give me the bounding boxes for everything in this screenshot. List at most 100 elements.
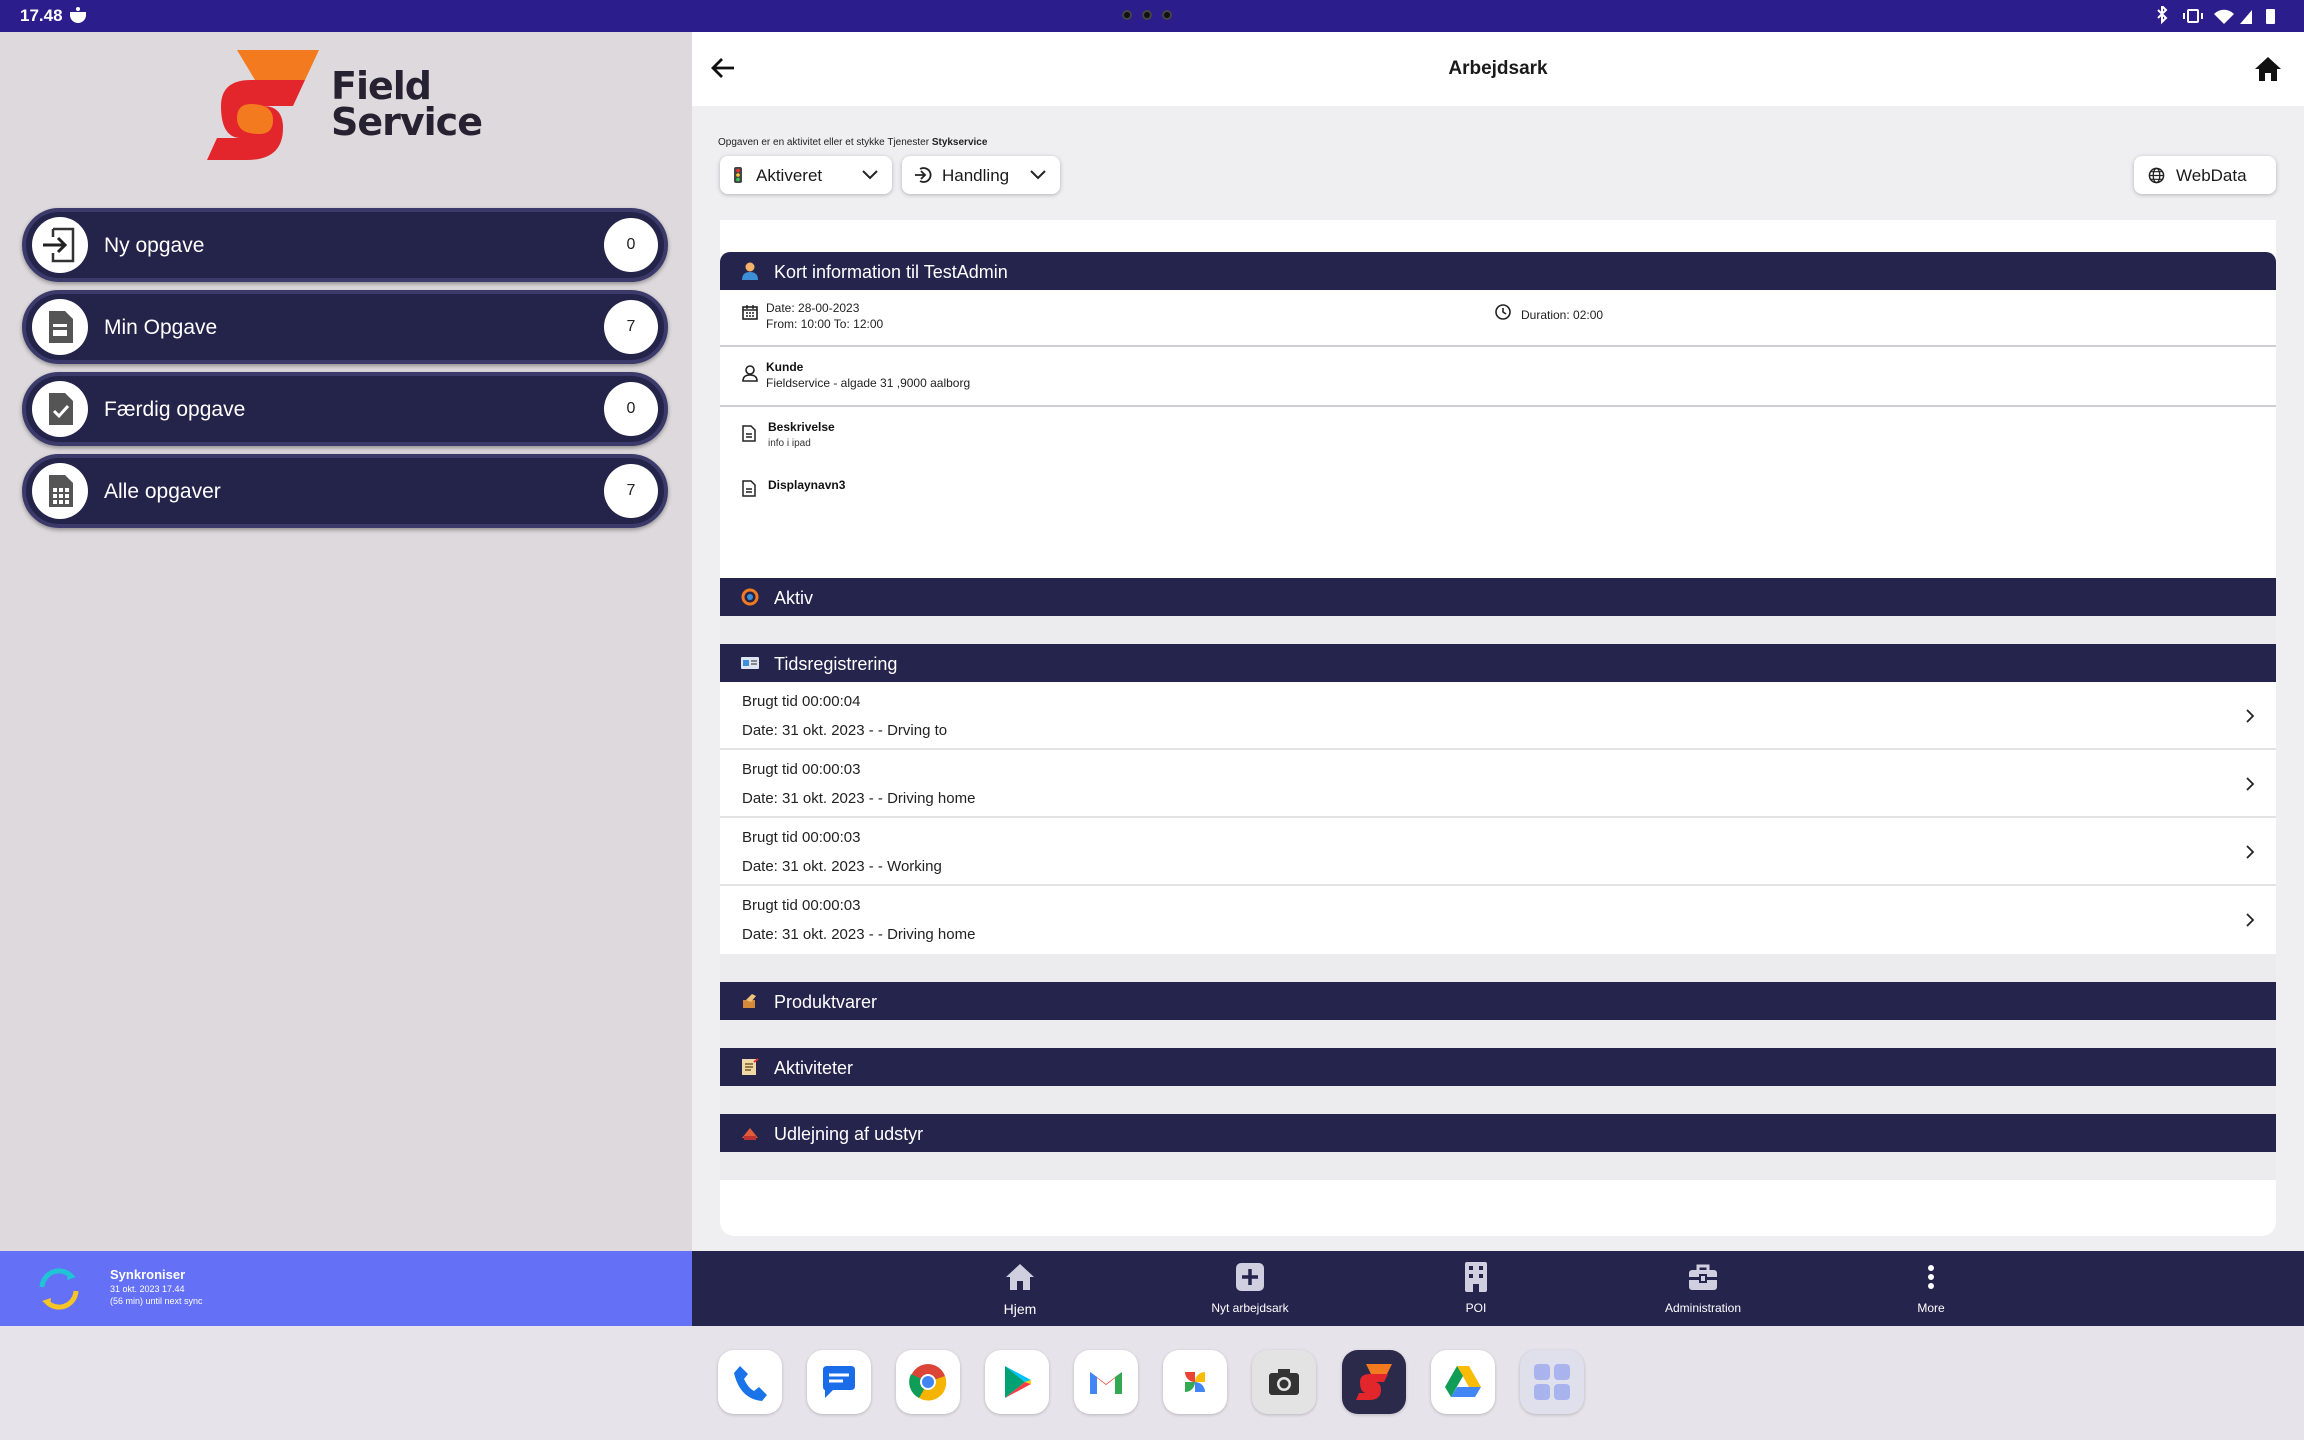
section-header-info[interactable]: Kort information til TestAdmin xyxy=(720,252,2276,290)
task-duration: Duration: 02:00 xyxy=(1521,308,1604,322)
field-service-logo-mark xyxy=(207,50,319,160)
brand-wordmark: Field Service xyxy=(331,64,483,144)
time-entry-row[interactable]: Brugt tid 00:00:04 Date: 31 okt. 2023 - … xyxy=(720,682,2276,750)
task-type-note: Opgaven er en aktivitet eller et stykke … xyxy=(718,137,987,148)
arrow-in-icon xyxy=(32,217,88,273)
checklist-icon xyxy=(742,1058,759,1075)
field-service-app[interactable] xyxy=(1342,1350,1406,1414)
time-entry-row[interactable]: Brugt tid 00:00:03 Date: 31 okt. 2023 - … xyxy=(720,818,2276,886)
menu-item-label: Ny opgave xyxy=(104,234,205,257)
messages-icon xyxy=(823,1366,855,1398)
section-title: Aktiviteter xyxy=(774,1058,854,1078)
photos-app[interactable] xyxy=(1163,1350,1227,1414)
status-time: 17.48 xyxy=(20,6,63,25)
section-body-aktiv xyxy=(720,616,2276,644)
chrome-app[interactable] xyxy=(896,1350,960,1414)
field-service-logo: Field Service xyxy=(207,46,487,166)
brand-line-1: Field xyxy=(331,64,432,108)
play-store-app[interactable] xyxy=(985,1350,1049,1414)
menu-item-min-opgave[interactable]: Min Opgave 7 xyxy=(22,290,668,364)
worksheet-content: Kort information til TestAdmin Date: 28-… xyxy=(720,220,2276,1236)
add-icon xyxy=(1236,1263,1264,1291)
menu-item-label: Færdig opgave xyxy=(104,398,246,421)
gmail-app[interactable] xyxy=(1074,1350,1138,1414)
section-title: Tidsregistrering xyxy=(774,654,898,674)
webdata-button[interactable]: WebData xyxy=(2134,156,2276,194)
bottom-navigation: Hjem Nyt arbejdsark POI Administration M… xyxy=(692,1251,2304,1326)
app-drawer-icon xyxy=(1534,1364,1570,1400)
menu-item-count: 0 xyxy=(604,382,658,436)
drive-app[interactable] xyxy=(1431,1350,1495,1414)
section-body-udlejning xyxy=(720,1152,2276,1180)
section-header-tidsregistrering[interactable]: Tidsregistrering xyxy=(720,644,2276,682)
webdata-label: WebData xyxy=(2176,166,2247,185)
top-app-bar: Arbejdsark xyxy=(692,32,2304,106)
menu-item-alle-opgaver[interactable]: Alle opgaver 7 xyxy=(22,454,668,528)
chevron-right-icon xyxy=(2246,845,2255,859)
display-name-label: Displaynavn3 xyxy=(768,478,846,492)
section-header-aktiv[interactable]: Aktiv xyxy=(720,578,2276,616)
chevron-down-icon xyxy=(862,170,878,180)
customer-label: Kunde xyxy=(766,360,804,374)
nav-item-poi[interactable]: POI xyxy=(1386,1251,1566,1326)
task-menu: Ny opgave 0 Min Opgave 7 Færdig opgave 0… xyxy=(22,208,668,536)
menu-item-label: Min Opgave xyxy=(104,316,218,339)
chrome-icon xyxy=(909,1364,947,1401)
divider xyxy=(720,405,2276,407)
chevron-down-icon xyxy=(1030,170,1046,180)
section-header-aktiviteter[interactable]: Aktiviteter xyxy=(720,1048,2276,1086)
left-panel: Field Service Ny opgave 0 Min Opgave 7 F… xyxy=(0,32,692,1251)
nav-item-administration[interactable]: Administration xyxy=(1613,1251,1793,1326)
section-header-produktvarer[interactable]: Produktvarer xyxy=(720,982,2276,1020)
menu-item-count: 0 xyxy=(604,218,658,272)
globe-icon xyxy=(2148,167,2165,184)
time-entry-used: Brugt tid 00:00:03 xyxy=(742,761,861,778)
sync-next: (56 min) until next sync xyxy=(110,1296,203,1306)
photos-icon xyxy=(1185,1372,1205,1392)
menu-item-ny-opgave[interactable]: Ny opgave 0 xyxy=(22,208,668,282)
sync-last: 31 okt. 2023 17.44 xyxy=(110,1284,185,1294)
nav-label: Administration xyxy=(1664,1301,1742,1315)
phone-app[interactable] xyxy=(718,1350,782,1414)
customer-value: Fieldservice - algade 31 ,9000 aalborg xyxy=(766,376,971,390)
time-entry-used: Brugt tid 00:00:04 xyxy=(742,693,861,710)
document-icon xyxy=(32,299,88,355)
menu-item-count: 7 xyxy=(604,300,658,354)
notification-icon xyxy=(70,7,86,23)
task-time-range: From: 10:00 To: 12:00 xyxy=(766,317,884,331)
app-dock xyxy=(0,1326,2304,1440)
home-icon xyxy=(1006,1264,1034,1290)
description-value: info i ipad xyxy=(768,438,811,449)
home-icon[interactable] xyxy=(2254,56,2282,82)
sync-title: Synkroniser xyxy=(110,1267,186,1282)
nav-item-nyt-arbejdsark[interactable]: Nyt arbejdsark xyxy=(1160,1251,1340,1326)
document-outline-icon xyxy=(742,480,756,497)
activity-ring-icon xyxy=(741,588,759,606)
sync-bar[interactable]: Synkroniser 31 okt. 2023 17.44 (56 min) … xyxy=(0,1251,692,1326)
chevron-right-icon xyxy=(2246,709,2255,723)
chevron-right-icon xyxy=(2246,777,2255,791)
time-entry-date: Date: 31 okt. 2023 - - Working xyxy=(742,858,942,875)
status-value: Aktiveret xyxy=(756,166,823,185)
sync-icon xyxy=(39,1268,79,1310)
nav-item-hjem[interactable]: Hjem xyxy=(930,1251,1110,1326)
menu-item-faerdig-opgave[interactable]: Færdig opgave 0 xyxy=(22,372,668,446)
section-header-udlejning[interactable]: Udlejning af udstyr xyxy=(720,1114,2276,1152)
nav-item-more[interactable]: More xyxy=(1841,1251,2021,1326)
toolbox-icon xyxy=(1689,1264,1717,1290)
action-dropdown[interactable]: Handling xyxy=(902,156,1060,194)
camera-app[interactable] xyxy=(1252,1350,1316,1414)
brand-line-2: Service xyxy=(331,100,483,144)
app-drawer-button[interactable] xyxy=(1520,1350,1584,1414)
gmail-icon xyxy=(1090,1372,1122,1394)
status-dropdown[interactable]: Aktiveret xyxy=(720,156,892,194)
time-entry-row[interactable]: Brugt tid 00:00:03 Date: 31 okt. 2023 - … xyxy=(720,750,2276,818)
page-title: Arbejdsark xyxy=(1448,58,1548,79)
traffic-light-icon xyxy=(734,167,742,183)
time-entry-row[interactable]: Brugt tid 00:00:03 Date: 31 okt. 2023 - … xyxy=(720,886,2276,954)
field-service-icon xyxy=(1356,1364,1392,1400)
messages-app[interactable] xyxy=(807,1350,871,1414)
building-icon xyxy=(1465,1262,1487,1292)
description-label: Beskrivelse xyxy=(768,420,835,434)
play-store-icon xyxy=(1005,1366,1031,1398)
